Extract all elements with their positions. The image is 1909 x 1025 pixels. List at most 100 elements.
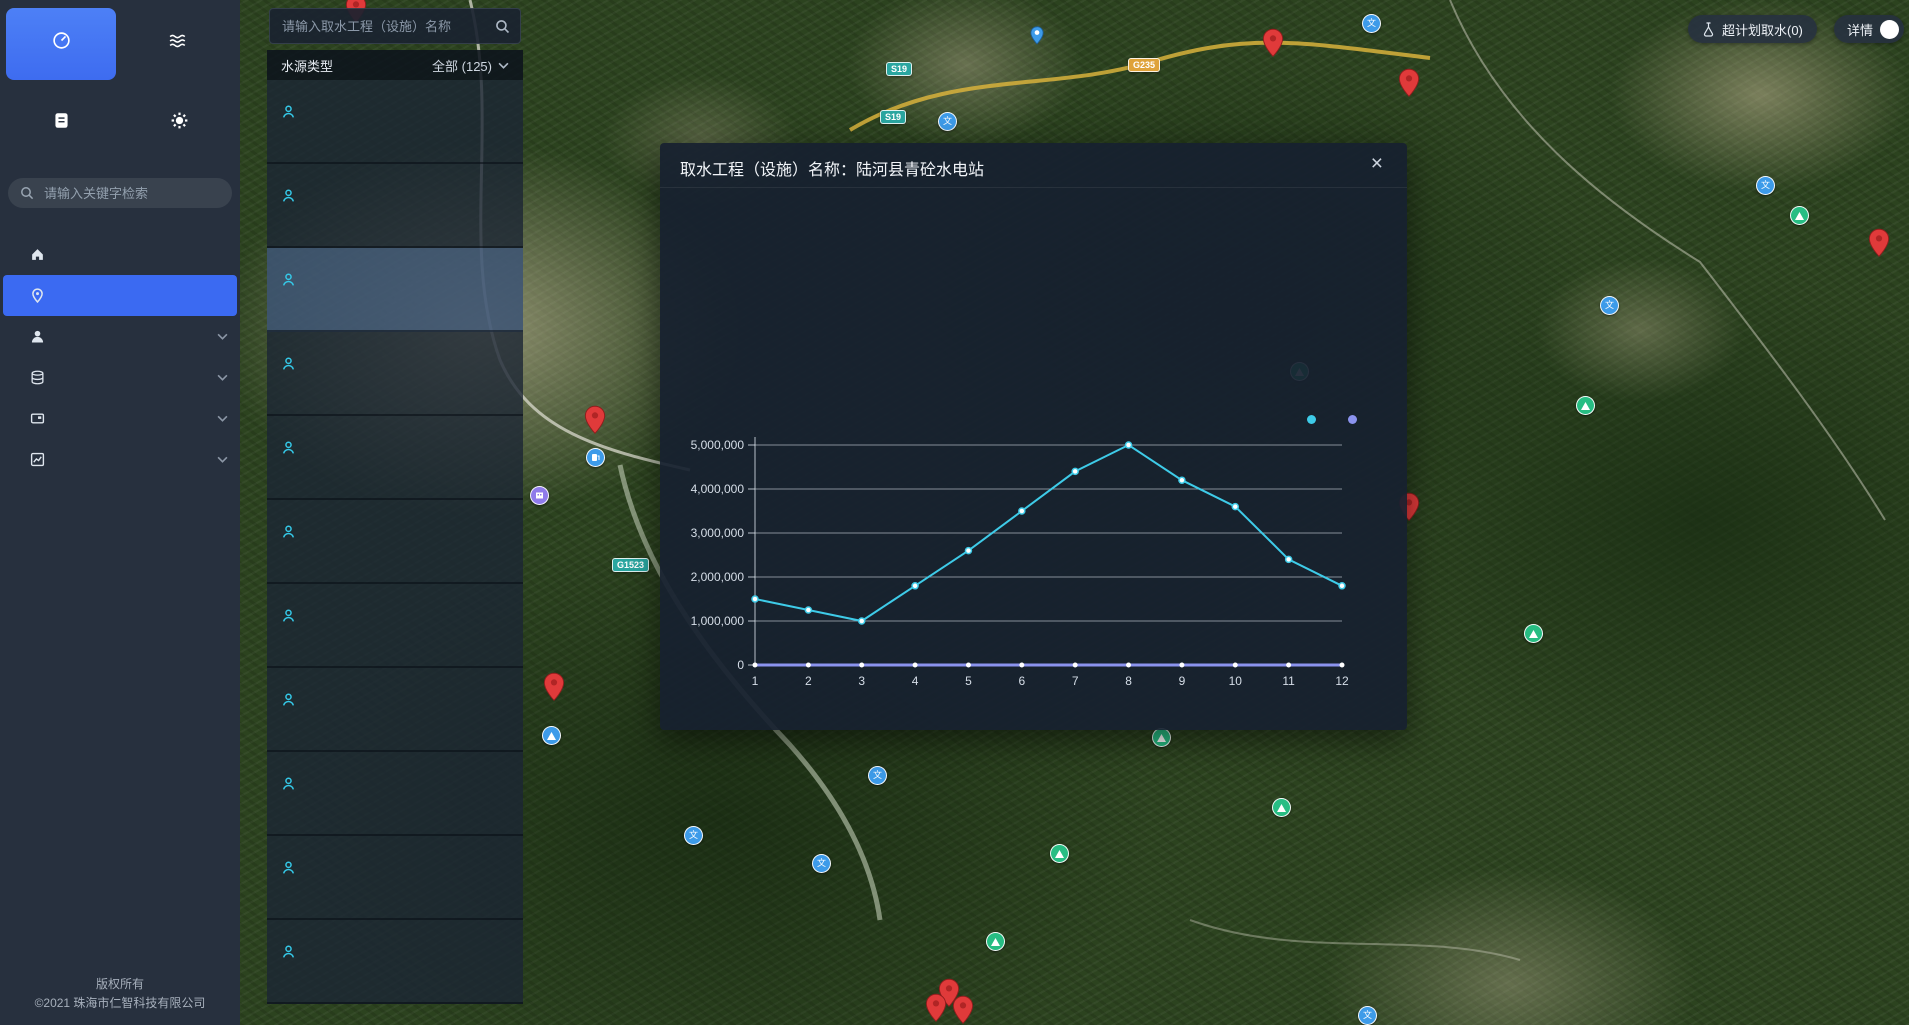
modal-divider [660,187,1407,188]
station-detail-modal: 取水工程（设施）名称：陆河县青砼水电站 × 01,000,0002,000,00… [660,143,1407,730]
map-label[interactable] [542,726,564,745]
red-map-pin[interactable] [1868,228,1890,258]
app-sidebar: 版权所有 ©2021 珠海市仁智科技有限公司 [0,0,240,1025]
map-label[interactable] [1272,798,1294,817]
map-label[interactable]: 文 [1358,1006,1380,1025]
svg-text:10: 10 [1229,674,1243,688]
svg-text:12: 12 [1335,674,1349,688]
map-label[interactable]: 文 [812,854,834,873]
temple-icon [1152,728,1171,747]
sidebar-item-1[interactable] [0,234,240,275]
road-shield: G235 [1128,58,1160,72]
gas-station-icon [586,448,605,467]
station-search-input[interactable] [280,18,487,35]
flask-icon [1702,22,1715,37]
station-list-item[interactable] [267,500,523,584]
over-plan-label: 超计划取水(0) [1722,20,1803,39]
sidebar-item-6[interactable] [0,439,240,480]
station-list-item[interactable] [267,836,523,920]
sidebar-search[interactable] [8,178,232,208]
station-list-item[interactable] [267,332,523,416]
map-label[interactable] [1524,624,1546,643]
modal-title: 取水工程（设施）名称：陆河县青砼水电站 [680,156,984,180]
source-type-filter[interactable]: 全部 (125) [432,56,509,75]
school-icon: 文 [938,112,957,131]
map-label[interactable] [1790,206,1812,225]
module-tile-2[interactable] [124,8,234,80]
map-label[interactable]: 文 [938,112,960,131]
svg-text:2,000,000: 2,000,000 [691,570,745,584]
person-icon [281,944,296,959]
station-list-item[interactable] [267,920,523,1004]
map-label[interactable]: 文 [684,826,706,845]
copyright-footer: 版权所有 ©2021 珠海市仁智科技有限公司 [0,965,240,1025]
svg-text:1,000,000: 1,000,000 [691,614,745,628]
person-icon [281,356,296,371]
over-plan-intake-button[interactable]: 超计划取水(0) [1688,15,1817,43]
sidebar-search-input[interactable] [42,185,222,202]
red-map-pin[interactable] [952,995,974,1025]
hotel-icon [530,486,549,505]
map-label[interactable] [1576,396,1598,415]
person-icon [281,440,296,455]
chevron-down-icon [217,456,228,463]
sidebar-item-4[interactable] [0,357,240,398]
station-list-item[interactable] [267,248,523,332]
module-tile-3[interactable] [6,88,116,160]
sidebar-item-3[interactable] [0,316,240,357]
map-label[interactable]: 文 [868,766,890,785]
search-icon[interactable] [495,19,510,34]
station-list-item[interactable] [267,668,523,752]
station-list-item[interactable] [267,80,523,164]
station-list-item[interactable] [267,752,523,836]
sidebar-item-2[interactable] [3,275,237,316]
map-label[interactable] [1030,26,1047,45]
mountain-icon [1524,624,1543,643]
db-icon [30,370,45,385]
chart-icon [30,452,45,467]
module-tile-4[interactable] [124,88,234,160]
person-icon [281,272,296,287]
map-label[interactable]: 文 [1600,296,1622,315]
school-icon: 文 [684,826,703,845]
mountain-icon [1272,798,1291,817]
toggle-knob[interactable] [1880,20,1899,39]
red-map-pin[interactable] [925,993,947,1023]
map-label[interactable] [1152,728,1174,747]
svg-text:4: 4 [912,674,919,688]
filter-value: 全部 (125) [432,56,492,75]
filter-label: 水源类型 [281,56,333,75]
school-icon: 文 [1362,14,1381,33]
annual-volume-chart: 01,000,0002,000,0003,000,0004,000,0005,0… [660,398,1407,718]
chevron-down-icon [217,333,228,340]
svg-text:3,000,000: 3,000,000 [691,526,745,540]
svg-text:9: 9 [1179,674,1186,688]
station-search[interactable] [269,8,521,44]
svg-text:1: 1 [752,674,759,688]
station-list-item[interactable] [267,164,523,248]
svg-text:3: 3 [858,674,865,688]
station-list-item[interactable] [267,416,523,500]
red-map-pin[interactable] [543,672,565,702]
detail-toggle[interactable]: 详情 [1834,15,1904,43]
map-label[interactable] [1050,844,1072,863]
gauge-icon [52,31,71,50]
search-icon [20,186,34,200]
map-label[interactable] [530,486,552,505]
sidebar-nav [0,234,240,480]
close-icon[interactable]: × [1371,153,1383,174]
list-filter-bar: 水源类型 全部 (125) [267,50,523,80]
red-map-pin[interactable] [1262,28,1284,58]
map-label[interactable]: 文 [1362,14,1384,33]
school-icon: 文 [868,766,887,785]
station-list-item[interactable] [267,584,523,668]
sidebar-item-5[interactable] [0,398,240,439]
map-label[interactable] [986,932,1008,951]
module-tile-1[interactable] [6,8,116,80]
red-map-pin[interactable] [1398,68,1420,98]
person-icon [281,608,296,623]
chevron-down-icon [217,374,228,381]
map-label[interactable]: 文 [1756,176,1778,195]
red-map-pin[interactable] [584,405,606,435]
map-label[interactable] [586,448,608,467]
